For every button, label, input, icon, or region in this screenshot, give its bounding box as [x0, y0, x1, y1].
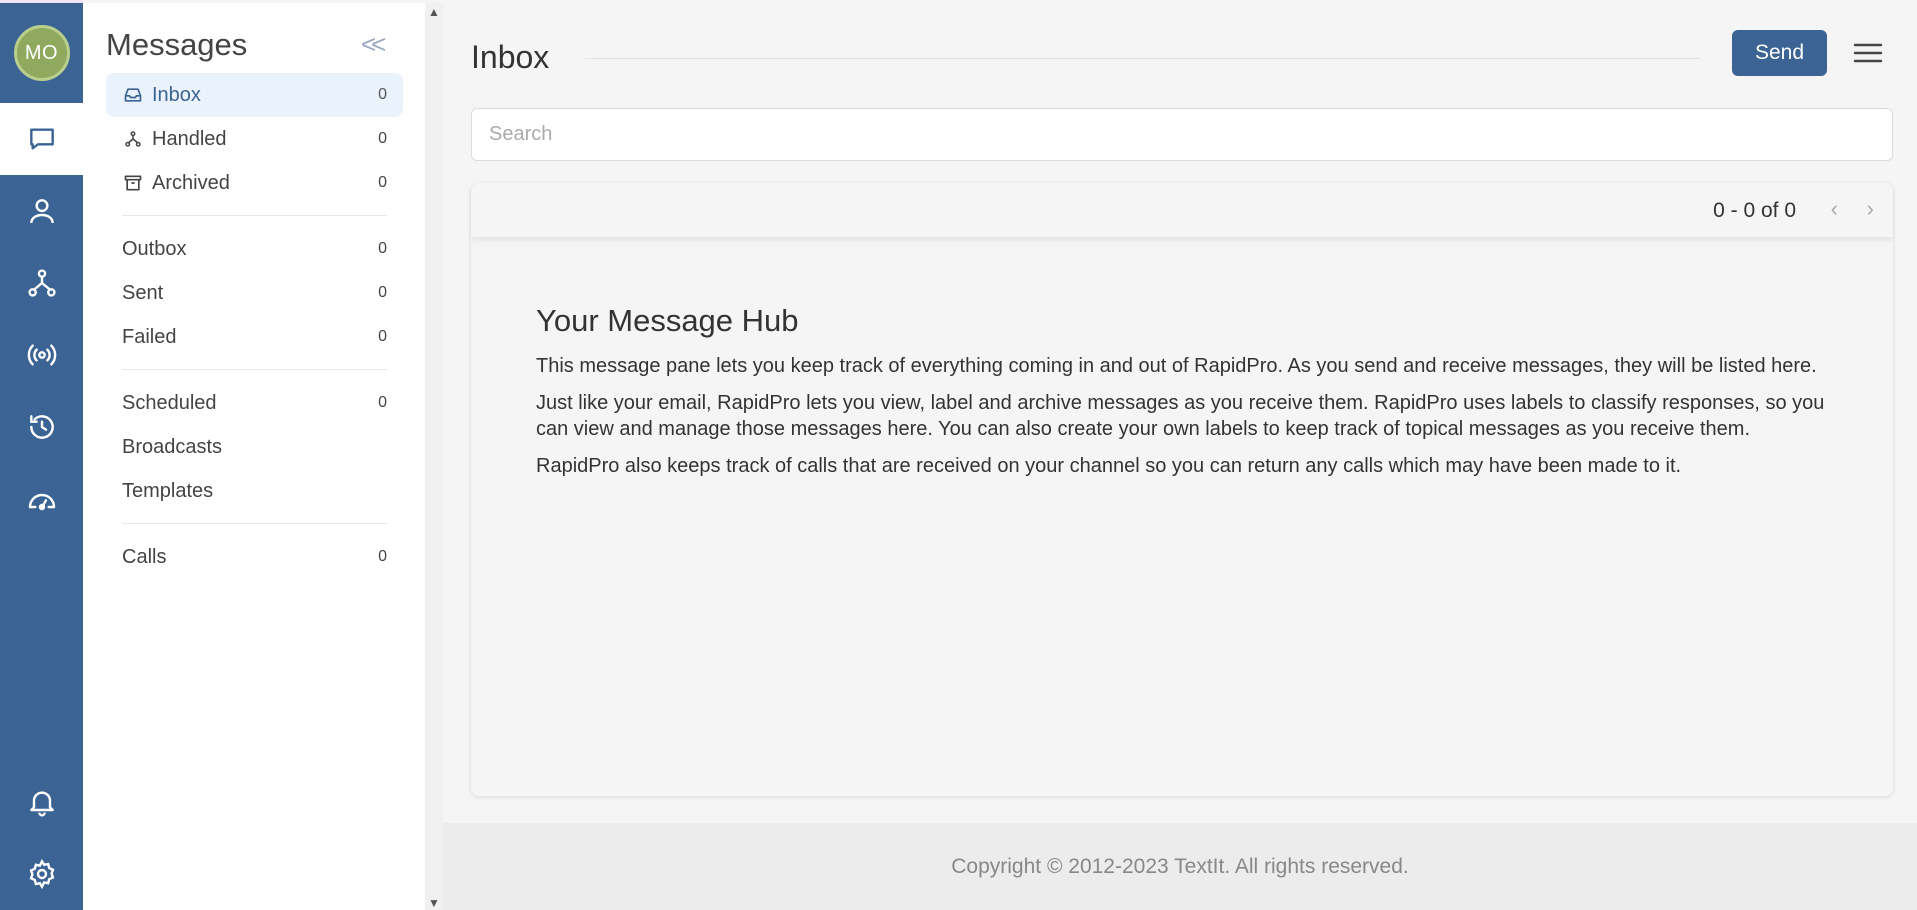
- sidebar-item-calls[interactable]: Calls 0: [106, 535, 403, 579]
- contacts-icon: [29, 199, 54, 224]
- sidebar-item-sent[interactable]: Sent 0: [106, 271, 403, 315]
- rail-item-flows[interactable]: [0, 247, 83, 319]
- sidebar-item-count: 0: [378, 86, 387, 103]
- rail-bottom: [0, 766, 83, 910]
- nav-rail: MO: [0, 0, 83, 910]
- rail-item-messages[interactable]: [0, 103, 83, 175]
- flows-icon: [27, 269, 56, 297]
- sidebar-item-label: Archived: [152, 171, 230, 194]
- inbox-icon: [122, 84, 144, 106]
- sidebar-item-templates[interactable]: Templates: [106, 469, 403, 513]
- empty-state-heading: Your Message Hub: [536, 303, 799, 338]
- sidebar-item-archived[interactable]: Archived 0: [106, 161, 403, 205]
- scroll-down-icon[interactable]: ▼: [428, 896, 440, 910]
- chevron-left-icon[interactable]: ‹: [1831, 196, 1838, 222]
- sidebar-item-label: Inbox: [152, 83, 201, 106]
- rail-item-notifications[interactable]: [0, 766, 83, 838]
- archive-icon: [122, 172, 144, 194]
- chevron-right-icon[interactable]: ›: [1867, 196, 1874, 222]
- sidebar-item-label: Sent: [122, 281, 164, 304]
- divider: [122, 215, 387, 216]
- sidebar-scrollbar[interactable]: ▲ ▼: [425, 3, 443, 910]
- empty-state-paragraph: This message pane lets you keep track of…: [536, 355, 1817, 377]
- sidebar-item-label: Outbox: [122, 237, 187, 260]
- sidebar-item-count: 0: [378, 328, 387, 345]
- scroll-up-icon[interactable]: ▲: [428, 5, 440, 19]
- history-icon: [29, 415, 54, 439]
- pagination-status: 0 - 0 of 0: [1713, 199, 1796, 222]
- sidebar-item-label: Handled: [152, 127, 227, 150]
- rail-item-contacts[interactable]: [0, 175, 83, 247]
- dashboard-icon: [28, 493, 55, 511]
- rail-item-channels[interactable]: [0, 319, 83, 391]
- sidebar-item-label: Calls: [122, 545, 167, 568]
- sidebar-item-label: Scheduled: [122, 391, 217, 414]
- sidebar-item-inbox[interactable]: Inbox 0: [106, 73, 403, 117]
- page-title: Inbox: [471, 39, 550, 75]
- sidebar-item-outbox[interactable]: Outbox 0: [106, 227, 403, 271]
- sidebar-item-label: Broadcasts: [122, 435, 223, 458]
- sidebar-title: Messages: [106, 27, 248, 62]
- rail-item-history[interactable]: [0, 391, 83, 463]
- sidebar-item-count: 0: [378, 548, 387, 565]
- footer: Copyright © 2012-2023 TextIt. All rights…: [443, 823, 1917, 910]
- rail-item-dashboard[interactable]: [0, 463, 83, 535]
- message-icon: [29, 128, 54, 150]
- search-input[interactable]: [471, 108, 1893, 161]
- folder-list: Inbox 0 Handled 0 Archived 0 Outbox 0 Se…: [106, 73, 403, 579]
- message-panel: 0 - 0 of 0 ‹ › Your Message Hub This mes…: [471, 183, 1893, 796]
- sidebar-item-count: 0: [378, 394, 387, 411]
- sidebar-item-failed[interactable]: Failed 0: [106, 315, 403, 359]
- sidebar-item-count: 0: [378, 240, 387, 257]
- divider: [122, 369, 387, 370]
- avatar[interactable]: MO: [13, 25, 70, 81]
- sidebar-item-count: 0: [378, 130, 387, 147]
- rail-item-settings[interactable]: [0, 838, 83, 910]
- copyright-text: Copyright © 2012-2023 TextIt. All rights…: [951, 855, 1409, 878]
- channels-icon: [27, 344, 56, 366]
- sidebar-item-scheduled[interactable]: Scheduled 0: [106, 381, 403, 425]
- sidebar-item-label: Templates: [122, 479, 214, 502]
- sidebar-item-handled[interactable]: Handled 0: [106, 117, 403, 161]
- avatar-container: MO: [0, 3, 83, 103]
- main-content: Inbox Send 0 - 0 of 0 ‹ › Your Message H…: [443, 3, 1917, 910]
- collapse-sidebar-icon[interactable]: <<: [361, 29, 386, 60]
- menu-icon[interactable]: [1853, 41, 1883, 65]
- sidebar-item-label: Failed: [122, 325, 177, 348]
- send-button[interactable]: Send: [1732, 30, 1827, 76]
- panel-header: 0 - 0 of 0 ‹ ›: [471, 183, 1893, 238]
- divider: [122, 523, 387, 524]
- gear-icon: [29, 858, 54, 890]
- sidebar-item-count: 0: [378, 284, 387, 301]
- empty-state-paragraph: Just like your email, RapidPro lets you …: [536, 392, 1825, 440]
- bell-icon: [29, 791, 54, 817]
- sidebar-item-broadcasts[interactable]: Broadcasts: [106, 425, 403, 469]
- messages-sidebar: Messages << Inbox 0 Handled 0 Archived 0…: [83, 3, 425, 910]
- sidebar-item-count: 0: [378, 174, 387, 191]
- flows-icon: [122, 128, 144, 150]
- empty-state-paragraph: RapidPro also keeps track of calls that …: [536, 455, 1682, 477]
- title-divider: [585, 58, 1700, 59]
- empty-state: Your Message Hub This message pane lets …: [536, 303, 1836, 490]
